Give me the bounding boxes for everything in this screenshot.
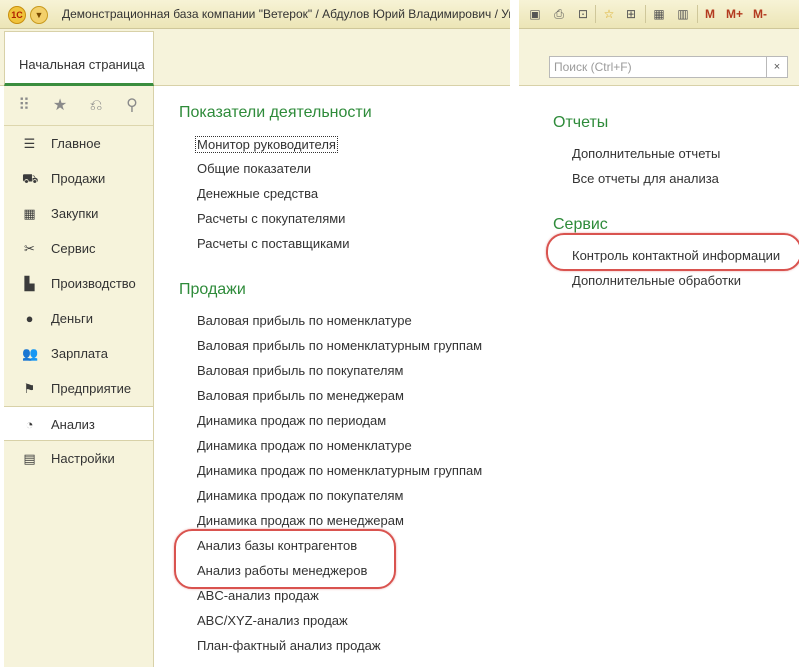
flag-icon: ⚑	[23, 381, 36, 396]
memory-plus-button[interactable]: M+	[726, 7, 743, 21]
toolbar-separator	[645, 5, 646, 23]
sidebar-item-label: Деньги	[51, 311, 93, 326]
toolbar-separator	[595, 5, 596, 23]
memory-button[interactable]: M	[705, 7, 715, 21]
window-toolbar: ▣ ⎙ ⊡ ☆ ⊞ ▦ ▥ M M+ M-	[519, 0, 799, 29]
contact-info-control-link[interactable]: Контроль контактной информации	[572, 248, 780, 263]
report-link[interactable]: ABC/XYZ-анализ продаж	[197, 613, 348, 628]
calculator-icon[interactable]: ▦	[651, 6, 667, 22]
report-link[interactable]: Расчеты с покупателями	[197, 211, 345, 226]
toolbar-separator	[697, 5, 698, 23]
report-link-counterparty-analysis[interactable]: Анализ базы контрагентов	[197, 538, 357, 553]
sidebar-item-label: Производство	[51, 276, 136, 291]
star-icon[interactable]: ★	[50, 96, 70, 116]
report-link[interactable]: Валовая прибыль по номенклатурным группа…	[197, 338, 482, 353]
report-link[interactable]: Динамика продаж по периодам	[197, 413, 386, 428]
sidebar-toolbar: ⠿ ★ ⎌ ⚲	[4, 86, 153, 126]
report-link-manager-analysis[interactable]: Анализ работы менеджеров	[197, 563, 367, 578]
sidebar-item-production[interactable]: ▙ Производство	[4, 266, 153, 301]
factory-icon: ▙	[24, 276, 35, 291]
report-link[interactable]: Валовая прибыль по номенклатуре	[197, 313, 412, 328]
report-link[interactable]: ABC-анализ продаж	[197, 588, 319, 603]
sidebar-item-analysis[interactable]: ◔ Анализ	[4, 406, 153, 441]
cart-icon: ▦	[23, 206, 36, 221]
main-menu-button[interactable]: ▼	[30, 6, 48, 24]
sidebar-item-purchases[interactable]: ▦ Закупки	[4, 196, 153, 231]
report-link[interactable]: Общие показатели	[197, 161, 311, 176]
tools-icon: ✂	[24, 241, 35, 256]
sidebar-item-salary[interactable]: 👥 Зарплата	[4, 336, 153, 371]
left-window: 1С ▼ Демонстрационная база компании "Вет…	[0, 0, 510, 667]
sidebar-item-enterprise[interactable]: ⚑ Предприятие	[4, 371, 153, 406]
report-link[interactable]: План-фактный анализ продаж	[197, 638, 381, 653]
settings-list-icon: ▤	[23, 451, 36, 466]
sidebar-item-label: Анализ	[51, 417, 95, 432]
people-icon: 👥	[22, 346, 39, 361]
section-title-performance: Показатели деятельности	[179, 104, 372, 121]
apps-grid-icon[interactable]: ⠿	[14, 96, 34, 116]
link-icon[interactable]: ⊞	[623, 6, 639, 22]
sidebar-item-sales[interactable]: ⛟ Продажи	[4, 161, 153, 196]
chevron-down-icon: ▼	[34, 10, 44, 20]
analysis-panel: Показатели деятельности Монитор руководи…	[154, 86, 510, 667]
save-icon[interactable]: ▣	[527, 6, 543, 22]
sections-sidebar: ⠿ ★ ⎌ ⚲ ☰ Главное ⛟ Продажи ▦ Закупки ✂ …	[4, 86, 154, 667]
report-link[interactable]: Все отчеты для анализа	[572, 171, 719, 186]
preview-icon[interactable]: ⊡	[575, 6, 591, 22]
sidebar-item-label: Главное	[51, 136, 101, 151]
report-link[interactable]: Денежные средства	[197, 186, 318, 201]
sidebar-item-label: Предприятие	[51, 381, 132, 396]
sidebar-item-label: Продажи	[51, 171, 106, 186]
calendar-icon[interactable]: ▥	[675, 6, 691, 22]
report-link[interactable]: Динамика продаж по менеджерам	[197, 513, 404, 528]
sidebar-item-label: Зарплата	[51, 346, 108, 361]
add-favorite-icon[interactable]: ☆	[601, 6, 617, 22]
report-link[interactable]: Монитор руководителя	[195, 136, 338, 153]
section-title-sales: Продажи	[179, 281, 246, 298]
sidebar-item-money[interactable]: ● Деньги	[4, 301, 153, 336]
pie-chart-icon: ◔	[25, 417, 34, 432]
search-input[interactable]	[550, 57, 766, 77]
tab-home-label: Начальная страница	[19, 57, 145, 72]
sidebar-item-service[interactable]: ✂ Сервис	[4, 231, 153, 266]
section-title-service: Сервис	[553, 216, 608, 233]
print-icon[interactable]: ⎙	[551, 6, 567, 22]
report-link[interactable]: Валовая прибыль по менеджерам	[197, 388, 404, 403]
history-icon[interactable]: ⎌	[86, 96, 106, 116]
tab-bar: Начальная страница	[0, 29, 510, 86]
menu-lines-icon: ☰	[23, 136, 36, 151]
search-clear-button[interactable]: ×	[766, 56, 788, 78]
report-link[interactable]: Валовая прибыль по покупателям	[197, 363, 403, 378]
right-window: ▣ ⎙ ⊡ ☆ ⊞ ▦ ▥ M M+ M- × Отчеты Дополните…	[519, 0, 799, 667]
additional-processing-link[interactable]: Дополнительные обработки	[572, 273, 741, 288]
window-divider	[510, 0, 519, 667]
report-link[interactable]: Динамика продаж по номенклатурным группа…	[197, 463, 482, 478]
memory-minus-button[interactable]: M-	[753, 7, 767, 21]
tab-home[interactable]: Начальная страница	[4, 31, 154, 86]
report-link[interactable]: Динамика продаж по покупателям	[197, 488, 403, 503]
app-logo-icon[interactable]: 1С	[8, 6, 26, 24]
search-icon[interactable]: ⚲	[122, 96, 142, 116]
sidebar-item-label: Настройки	[51, 451, 115, 466]
section-title-reports: Отчеты	[553, 114, 609, 131]
search-box[interactable]	[549, 56, 767, 78]
report-link[interactable]: Расчеты с поставщиками	[197, 236, 350, 251]
report-link[interactable]: Динамика продаж по номенклатуре	[197, 438, 412, 453]
sidebar-item-label: Сервис	[51, 241, 96, 256]
sidebar-item-settings[interactable]: ▤ Настройки	[4, 441, 153, 476]
title-bar: 1С ▼ Демонстрационная база компании "Вет…	[0, 0, 510, 29]
report-link[interactable]: Дополнительные отчеты	[572, 146, 720, 161]
window-title: Демонстрационная база компании "Ветерок"…	[62, 7, 510, 21]
basket-icon: ⛟	[22, 171, 39, 186]
ruble-coin-icon: ●	[25, 311, 34, 326]
sidebar-item-main[interactable]: ☰ Главное	[4, 126, 153, 161]
sidebar-item-label: Закупки	[51, 206, 99, 221]
